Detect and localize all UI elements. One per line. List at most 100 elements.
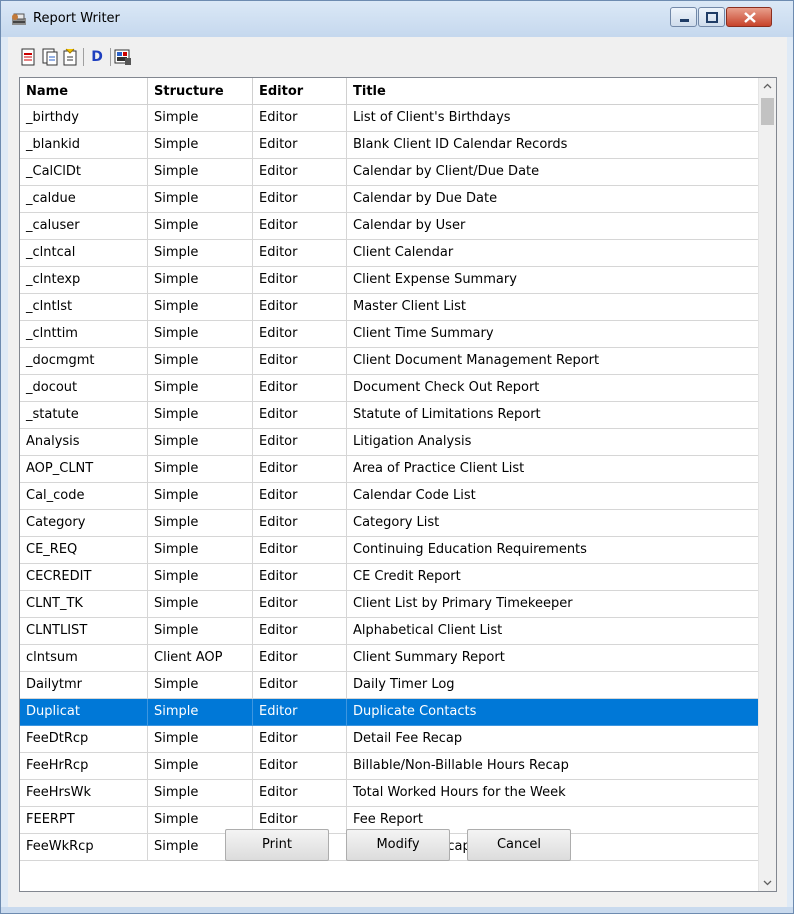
cell-name: _clntexp	[20, 267, 148, 294]
new-report-icon[interactable]	[19, 48, 37, 66]
cell-title: Calendar by Due Date	[347, 186, 758, 213]
table-row[interactable]: _blankid Simple Editor Blank Client ID Cale…	[20, 132, 758, 159]
cell-structure: Simple	[148, 780, 253, 807]
report-writer-window: Report Writer D Name Structure Editor Ti…	[0, 0, 794, 914]
cell-title: Billable/Non-Billable Hours Recap	[347, 753, 758, 780]
cell-title: Category List	[347, 510, 758, 537]
toolbar-separator	[83, 48, 84, 66]
cell-name: _blankid	[20, 132, 148, 159]
cell-name: clntsum	[20, 645, 148, 672]
table-row[interactable]: Cal_code Simple Editor Calendar Code List	[20, 483, 758, 510]
properties-icon[interactable]	[114, 48, 132, 66]
cell-title: Statute of Limitations Report	[347, 402, 758, 429]
table-row[interactable]: _clntlst Simple Editor Master Client List	[20, 294, 758, 321]
vertical-scrollbar[interactable]	[758, 78, 776, 891]
minimize-button[interactable]	[670, 7, 697, 27]
cell-name: _docout	[20, 375, 148, 402]
cell-editor: Editor	[253, 186, 347, 213]
cell-structure: Simple	[148, 240, 253, 267]
cell-name: CECREDIT	[20, 564, 148, 591]
close-button[interactable]	[726, 7, 772, 27]
table-row[interactable]: _clntcal Simple Editor Client Calendar	[20, 240, 758, 267]
table-row[interactable]: _caldue Simple Editor Calendar by Due Date	[20, 186, 758, 213]
table-row[interactable]: Duplicat Simple Editor Duplicate Contacts	[20, 699, 758, 726]
cell-editor: Editor	[253, 294, 347, 321]
cell-structure: Simple	[148, 429, 253, 456]
modify-button[interactable]: Modify	[346, 829, 450, 861]
cell-title: Continuing Education Requirements	[347, 537, 758, 564]
table-row[interactable]: CECREDIT Simple Editor CE Credit Report	[20, 564, 758, 591]
cell-editor: Editor	[253, 105, 347, 132]
cell-title: Calendar by Client/Due Date	[347, 159, 758, 186]
cell-title: Duplicate Contacts	[347, 699, 758, 726]
cell-title: Client Time Summary	[347, 321, 758, 348]
cell-editor: Editor	[253, 510, 347, 537]
table-row[interactable]: _caluser Simple Editor Calendar by User	[20, 213, 758, 240]
cell-editor: Editor	[253, 753, 347, 780]
cell-structure: Simple	[148, 483, 253, 510]
cell-structure: Simple	[148, 537, 253, 564]
cell-title: Document Check Out Report	[347, 375, 758, 402]
table-row[interactable]: _docmgmt Simple Editor Client Document Mana…	[20, 348, 758, 375]
print-button[interactable]: Print	[225, 829, 329, 861]
design-d-icon[interactable]: D	[88, 48, 106, 66]
table-row[interactable]: _birthdy Simple Editor List of Client's Bir…	[20, 105, 758, 132]
column-header-name[interactable]: Name	[20, 78, 148, 105]
table-row[interactable]: _clnttim Simple Editor Client Time Summary	[20, 321, 758, 348]
window-bottom-border	[1, 907, 793, 913]
table-row[interactable]: clntsum Client AOP Editor Client Summary Re…	[20, 645, 758, 672]
column-header-title[interactable]: Title	[347, 78, 758, 105]
cell-title: List of Client's Birthdays	[347, 105, 758, 132]
table-row[interactable]: AOP_CLNT Simple Editor Area of Practice Cli…	[20, 456, 758, 483]
table-row[interactable]: Analysis Simple Editor Litigation Analysis	[20, 429, 758, 456]
open-report-icon[interactable]	[61, 48, 79, 66]
column-header-editor[interactable]: Editor	[253, 78, 347, 105]
table-row[interactable]: CLNT_TK Simple Editor Client List by Primar…	[20, 591, 758, 618]
table-row[interactable]: FeeHrsWk Simple Editor Total Worked Hours f…	[20, 780, 758, 807]
cell-name: _birthdy	[20, 105, 148, 132]
table-row[interactable]: Dailytmr Simple Editor Daily Timer Log	[20, 672, 758, 699]
cell-editor: Editor	[253, 699, 347, 726]
table-row[interactable]: _docout Simple Editor Document Check Out Re…	[20, 375, 758, 402]
window-title: Report Writer	[33, 11, 120, 26]
copy-report-icon[interactable]	[41, 48, 59, 66]
cell-title: Detail Fee Recap	[347, 726, 758, 753]
cell-structure: Simple	[148, 699, 253, 726]
cell-structure: Simple	[148, 213, 253, 240]
title-bar[interactable]: Report Writer	[1, 1, 793, 37]
scroll-down-arrow-icon[interactable]	[759, 874, 776, 891]
column-header-structure[interactable]: Structure	[148, 78, 253, 105]
cell-name: Dailytmr	[20, 672, 148, 699]
cell-title: Client Summary Report	[347, 645, 758, 672]
cell-editor: Editor	[253, 645, 347, 672]
cell-editor: Editor	[253, 780, 347, 807]
cell-structure: Simple	[148, 510, 253, 537]
reports-table[interactable]: Name Structure Editor Title _birthdy Simp…	[19, 77, 777, 892]
cell-title: Area of Practice Client List	[347, 456, 758, 483]
minimize-icon	[680, 19, 689, 22]
cell-title: Total Worked Hours for the Week	[347, 780, 758, 807]
cell-structure: Simple	[148, 753, 253, 780]
close-icon	[744, 12, 756, 23]
table-row[interactable]: CLNTLIST Simple Editor Alphabetical Client …	[20, 618, 758, 645]
cell-name: _caluser	[20, 213, 148, 240]
cell-editor: Editor	[253, 240, 347, 267]
table-row[interactable]: Category Simple Editor Category List	[20, 510, 758, 537]
cell-editor: Editor	[253, 483, 347, 510]
cell-editor: Editor	[253, 159, 347, 186]
table-row[interactable]: CE_REQ Simple Editor Continuing Education R…	[20, 537, 758, 564]
cell-name: FeeHrRcp	[20, 753, 148, 780]
table-row[interactable]: _statute Simple Editor Statute of Limitatio…	[20, 402, 758, 429]
table-row[interactable]: FeeHrRcp Simple Editor Billable/Non-Billabl…	[20, 753, 758, 780]
table-row[interactable]: _clntexp Simple Editor Client Expense Summa…	[20, 267, 758, 294]
cell-name: _clnttim	[20, 321, 148, 348]
scroll-up-arrow-icon[interactable]	[759, 78, 776, 95]
scrollbar-thumb[interactable]	[761, 98, 774, 125]
cancel-button[interactable]: Cancel	[467, 829, 571, 861]
table-row[interactable]: _CalClDt Simple Editor Calendar by Client/D…	[20, 159, 758, 186]
cell-editor: Editor	[253, 402, 347, 429]
cell-structure: Simple	[148, 267, 253, 294]
cell-name: _statute	[20, 402, 148, 429]
maximize-button[interactable]	[698, 7, 725, 27]
table-row[interactable]: FeeDtRcp Simple Editor Detail Fee Recap	[20, 726, 758, 753]
